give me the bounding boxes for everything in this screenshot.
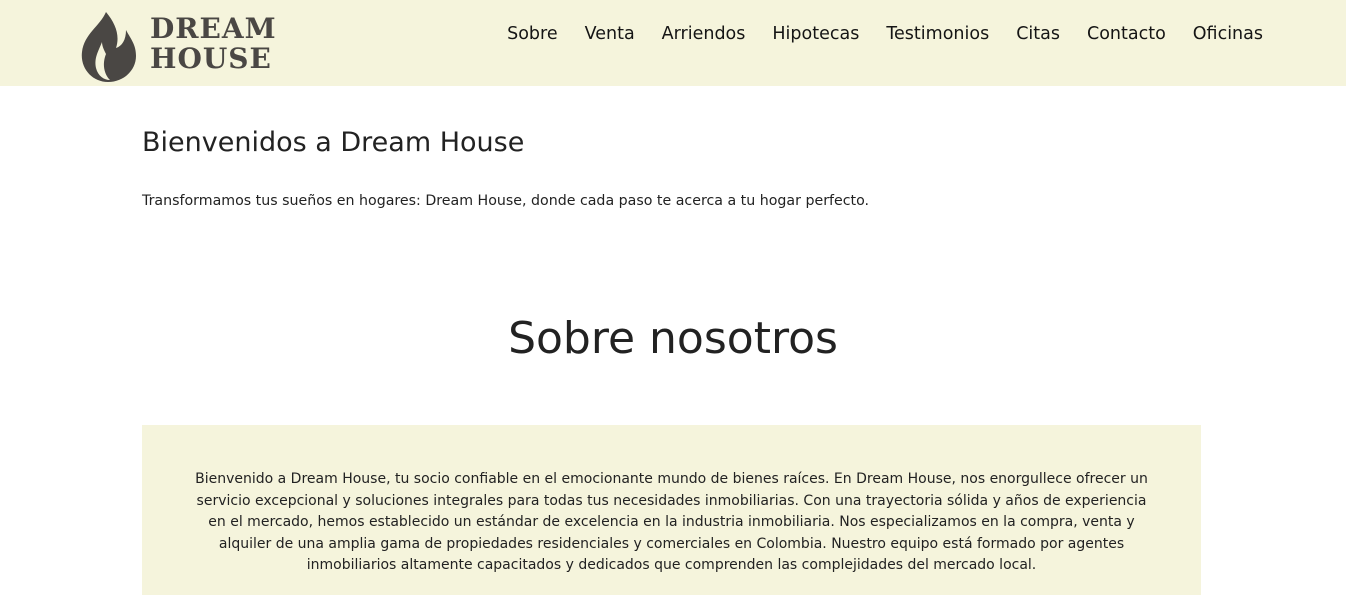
flame-icon xyxy=(80,12,138,86)
nav-item-contacto[interactable]: Contacto xyxy=(1087,22,1166,46)
about-section: Bienvenido a Dream House, tu socio confi… xyxy=(142,425,1201,595)
nav-item-citas[interactable]: Citas xyxy=(1016,22,1060,46)
nav-item-arriendos[interactable]: Arriendos xyxy=(662,22,746,46)
about-text: Bienvenido a Dream House, tu socio confi… xyxy=(195,471,1148,573)
nav-item-sobre[interactable]: Sobre xyxy=(507,22,558,46)
logo-line-2: HOUSE xyxy=(150,42,272,75)
nav-item-hipotecas[interactable]: Hipotecas xyxy=(772,22,859,46)
site-header: DREAM HOUSE Sobre Venta Arriendos Hipote… xyxy=(0,0,1346,86)
nav-item-testimonios[interactable]: Testimonios xyxy=(886,22,989,46)
about-title: Sobre nosotros xyxy=(508,313,838,364)
nav-item-oficinas[interactable]: Oficinas xyxy=(1193,22,1263,46)
logo-line-1: DREAM xyxy=(150,12,277,45)
logo-text: DREAM HOUSE xyxy=(150,14,277,74)
logo-link[interactable]: DREAM HOUSE xyxy=(80,10,280,82)
welcome-title: Bienvenidos a Dream House xyxy=(142,127,525,158)
main-nav: Sobre Venta Arriendos Hipotecas Testimon… xyxy=(480,22,1263,46)
welcome-text: Transformamos tus sueños en hogares: Dre… xyxy=(142,193,870,209)
nav-item-venta[interactable]: Venta xyxy=(585,22,635,46)
